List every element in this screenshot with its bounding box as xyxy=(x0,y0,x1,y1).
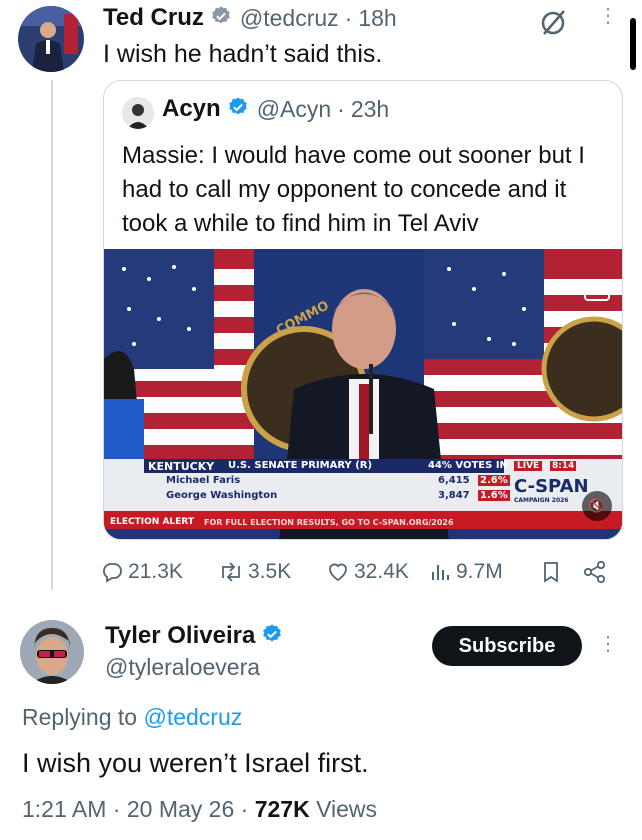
author-name[interactable]: Ted Cruz xyxy=(103,4,204,32)
more-icon[interactable]: ⋮ xyxy=(598,6,618,26)
more-icon[interactable]: ⋮ xyxy=(598,634,618,654)
lt-alert-label: ELECTION ALERT xyxy=(110,517,194,527)
subscribe-button[interactable]: Subscribe xyxy=(432,626,582,666)
lt-network-sub: CAMPAIGN 2026 xyxy=(514,497,569,504)
avatar[interactable] xyxy=(20,620,84,684)
reply-date[interactable]: 20 May 26 xyxy=(127,796,234,822)
views-icon xyxy=(432,565,449,580)
reply-author-name[interactable]: Tyler Oliveira xyxy=(105,622,255,650)
views-count: 9.7M xyxy=(456,560,503,583)
reply-views-count: 727K xyxy=(254,796,310,822)
like-count: 32.4K xyxy=(354,560,409,583)
lt-candidate-2-name: George Washington xyxy=(166,490,278,501)
lt-candidate-1-name: Michael Faris xyxy=(166,475,241,486)
separator-dot: · xyxy=(344,4,353,31)
verified-icon xyxy=(227,96,249,123)
lt-network: C-SPAN xyxy=(514,476,589,497)
election-lower-third: KENTUCKY U.S. SENATE PRIMARY (R) 44% VOT… xyxy=(104,459,622,539)
quote-author-handle: @Acyn xyxy=(256,95,332,122)
reply-icon xyxy=(103,563,122,583)
replying-prefix: Replying to xyxy=(22,704,138,730)
separator-dot: · xyxy=(337,95,345,122)
video-player[interactable]: COMMO CC KENTUCKY U.S. SENATE PRIMARY (R… xyxy=(104,249,622,539)
share-button[interactable] xyxy=(582,560,612,584)
replying-to: Replying to @tedcruz xyxy=(22,704,242,731)
lt-candidate-2-votes: 3,847 xyxy=(438,490,470,501)
lt-race: U.S. SENATE PRIMARY (R) xyxy=(228,460,373,471)
verified-icon xyxy=(210,5,232,32)
tweet-time[interactable]: 18h xyxy=(358,5,396,32)
repost-icon xyxy=(222,562,240,582)
lt-state: KENTUCKY xyxy=(148,460,215,473)
verified-icon xyxy=(261,623,283,650)
avatar xyxy=(122,97,154,129)
reply-author-handle[interactable]: @tyleraloevera xyxy=(105,654,260,681)
lt-votes-in: 44% VOTES IN xyxy=(428,460,508,471)
lt-alert-text: FOR FULL ELECTION RESULTS, GO TO C-SPAN.… xyxy=(204,518,454,527)
separator-dot: · xyxy=(112,796,121,822)
quote-author-name: Acyn xyxy=(162,95,221,122)
lt-candidate-2-pct: 1.6% xyxy=(478,490,510,501)
replying-to-link[interactable]: @tedcruz xyxy=(143,704,242,730)
like-icon xyxy=(329,563,347,582)
repost-button[interactable]: 3.5K xyxy=(218,560,291,584)
lt-live: LIVE xyxy=(514,461,543,471)
quote-tweet-card[interactable]: Acyn @Acyn · 23h Massie: I would have co… xyxy=(103,80,623,540)
scrollbar[interactable] xyxy=(630,18,636,70)
tweet-text: I wish he hadn’t said this. xyxy=(103,40,383,68)
reply-time[interactable]: 1:21 AM xyxy=(22,796,106,822)
grok-icon[interactable] xyxy=(538,6,570,43)
tweet-meta: 1:21 AM · 20 May 26 · 727K Views xyxy=(22,796,377,823)
views-button[interactable]: 9.7M xyxy=(430,560,503,584)
reply-text: I wish you weren’t Israel first. xyxy=(22,748,369,778)
reply-count: 21.3K xyxy=(128,560,183,583)
quote-tweet-time: 23h xyxy=(350,95,390,122)
cc-icon[interactable]: CC xyxy=(584,279,610,301)
reply-button[interactable]: 21.3K xyxy=(100,560,183,584)
like-button[interactable]: 32.4K xyxy=(326,560,409,584)
share-icon xyxy=(583,560,606,584)
lt-candidate-1-votes: 6,415 xyxy=(438,475,470,486)
quote-tweet-text: Massie: I would have come out sooner but… xyxy=(122,142,585,237)
mute-icon[interactable]: 🔇 xyxy=(582,491,612,521)
avatar[interactable] xyxy=(18,6,84,72)
separator-dot: · xyxy=(240,796,249,822)
bookmark-icon xyxy=(544,562,558,583)
repost-count: 3.5K xyxy=(248,560,292,583)
lt-time: 8:14 xyxy=(550,461,577,471)
lt-candidate-1-pct: 2.6% xyxy=(478,475,510,486)
action-bar: 21.3K 3.5K 32.4K 9.7M xyxy=(100,560,620,590)
reply-views-label: Views xyxy=(316,796,378,822)
bookmark-button[interactable] xyxy=(540,560,566,584)
author-handle[interactable]: @tedcruz xyxy=(240,5,339,32)
thread-connector-line xyxy=(51,80,53,590)
